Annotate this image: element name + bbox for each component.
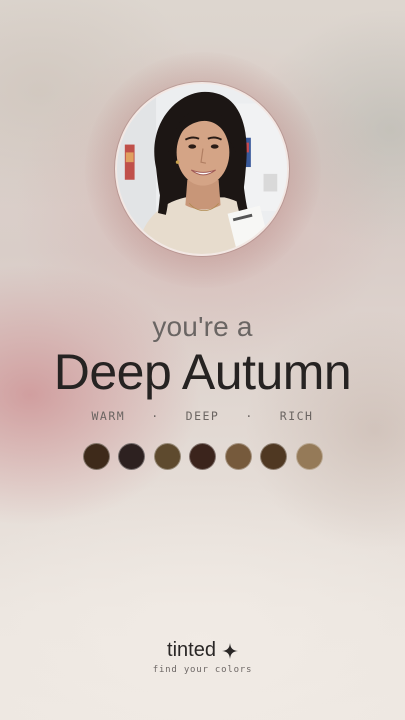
season-traits: WARM · DEEP · RICH [0, 409, 405, 423]
trait-label: DEEP [185, 409, 220, 423]
color-swatch[interactable] [224, 443, 252, 470]
brand-logo: tinted [0, 639, 405, 662]
sparkle-icon [221, 642, 238, 659]
color-swatch[interactable] [118, 443, 145, 470]
trait-separator: · [245, 409, 254, 423]
trait-label: WARM [91, 409, 126, 423]
user-portrait-photo [115, 82, 289, 256]
result-intro: you're a [152, 311, 253, 342]
trait-label: RICH [279, 409, 314, 423]
season-title: Deep Autumn [53, 344, 352, 400]
color-swatch[interactable] [260, 443, 287, 470]
color-palette [0, 443, 405, 470]
color-swatch[interactable] [189, 443, 216, 470]
trait-separator: · [151, 409, 160, 423]
color-swatch[interactable] [295, 443, 323, 470]
color-swatch[interactable] [153, 443, 181, 470]
color-swatch[interactable] [82, 443, 110, 470]
brand-name: tinted [167, 639, 216, 661]
brand-tagline: find your colors [152, 665, 253, 675]
